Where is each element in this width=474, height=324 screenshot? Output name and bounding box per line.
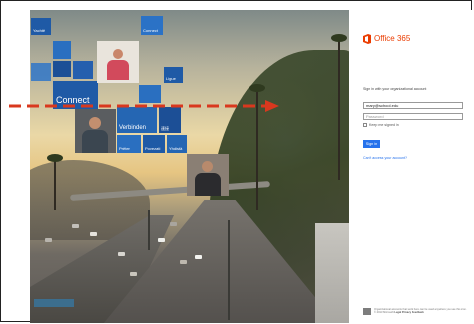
- car: [158, 238, 165, 242]
- car: [130, 272, 137, 276]
- car: [118, 252, 125, 256]
- retaining-wall: [315, 223, 349, 323]
- light-pole: [148, 210, 150, 250]
- car: [170, 222, 177, 226]
- keep-signed-in-label: Keep me signed in: [369, 123, 399, 127]
- cant-access-link[interactable]: Can't access your account?: [363, 156, 407, 160]
- tile: [53, 41, 71, 59]
- screenshot-frame: Yachtë Connect Ligue Connect Verbinden 連…: [0, 0, 472, 323]
- light-pole: [228, 220, 230, 320]
- tile-label: Connect: [143, 28, 158, 33]
- office-logo-icon: [363, 34, 371, 44]
- tile: [73, 61, 93, 79]
- sign-in-button[interactable]: Sign in: [363, 140, 380, 148]
- tile: Connect: [141, 16, 163, 35]
- palm-tree: [331, 34, 347, 180]
- keep-signed-in-checkbox[interactable]: [363, 123, 367, 127]
- tile: [31, 63, 51, 81]
- signin-prompt: Sign in with your organizational account: [363, 87, 427, 91]
- keep-signed-in[interactable]: Keep me signed in: [363, 123, 399, 127]
- tile-label: Prêter: [119, 146, 130, 151]
- car: [180, 260, 187, 264]
- annotation-arrow: [9, 100, 279, 112]
- product-name: Office 365: [374, 34, 411, 43]
- tile-label: 連接: [161, 126, 169, 131]
- photo-tile-woman: [97, 41, 139, 83]
- password-field[interactable]: [363, 113, 463, 120]
- car: [72, 224, 79, 228]
- brand-logo: Office 365: [363, 33, 410, 45]
- tile-label: Verbinden: [119, 125, 147, 131]
- tile-label: Ligue: [166, 76, 176, 81]
- tile: Yhdistä: [167, 135, 187, 153]
- photo-tile-man: [75, 109, 116, 153]
- footer-text: Organizational accounts that work here c…: [374, 308, 467, 314]
- tile: Povezati: [143, 135, 165, 153]
- photo-tile-person: [187, 154, 229, 196]
- tile: [53, 61, 71, 77]
- tile: Yachtë: [31, 18, 51, 35]
- car: [45, 238, 52, 242]
- username-field[interactable]: [363, 102, 463, 109]
- tile-label: Yachtë: [33, 28, 46, 33]
- tile: Ligue: [164, 67, 183, 83]
- footer: Organizational accounts that work here c…: [363, 308, 467, 315]
- palm-tree: [47, 154, 63, 210]
- car: [195, 255, 202, 259]
- tile-label: Povezati: [145, 146, 161, 151]
- car: [90, 232, 97, 236]
- organizational-account-icon: [363, 308, 371, 315]
- signin-panel: Office 365 Sign in with your organizatio…: [349, 10, 472, 323]
- tile-label: Yhdistä: [169, 146, 183, 151]
- footer-links[interactable]: Legal Privacy Feedback: [394, 311, 423, 314]
- tile: Prêter: [117, 135, 141, 153]
- road-sign: [34, 299, 74, 307]
